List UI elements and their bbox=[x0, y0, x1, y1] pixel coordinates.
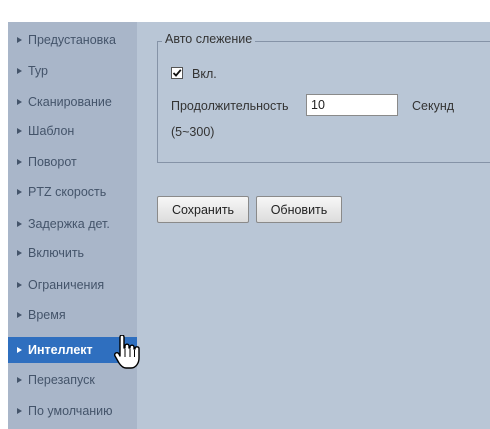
sidebar-item-pattern[interactable]: Шаблон bbox=[8, 118, 137, 144]
triangle-right-icon bbox=[17, 377, 22, 383]
triangle-right-icon bbox=[17, 37, 22, 43]
sidebar-item-label: Поворот bbox=[28, 155, 77, 169]
triangle-right-icon bbox=[17, 250, 22, 256]
sidebar-item-preset[interactable]: Предустановка bbox=[8, 27, 137, 53]
triangle-right-icon bbox=[17, 312, 22, 318]
enable-label: Вкл. bbox=[192, 67, 217, 81]
sidebar-item-label: По умолчанию bbox=[28, 404, 113, 418]
group-legend: Авто слежение bbox=[162, 32, 256, 46]
duration-unit: Секунд bbox=[412, 99, 455, 113]
triangle-right-icon bbox=[17, 347, 22, 353]
sidebar-item-label: Шаблон bbox=[28, 124, 75, 138]
triangle-right-icon bbox=[17, 189, 22, 195]
sidebar-item-default[interactable]: По умолчанию bbox=[8, 398, 137, 424]
duration-range: (5~300) bbox=[171, 125, 215, 139]
checkmark-icon bbox=[172, 69, 182, 77]
triangle-right-icon bbox=[17, 99, 22, 105]
triangle-right-icon bbox=[17, 68, 22, 74]
triangle-right-icon bbox=[17, 159, 22, 165]
sidebar-item-label: Включить bbox=[28, 246, 85, 260]
sidebar-item-label: Тур bbox=[28, 64, 48, 78]
triangle-right-icon bbox=[17, 408, 22, 414]
sidebar-item-label: Интеллект bbox=[28, 343, 93, 357]
sidebar-item-delay[interactable]: Задержка дет. bbox=[8, 211, 137, 237]
duration-input[interactable] bbox=[306, 94, 398, 116]
sidebar-item-enable[interactable]: Включить bbox=[8, 240, 137, 266]
triangle-right-icon bbox=[17, 128, 22, 134]
hand-pointer-icon bbox=[114, 335, 140, 369]
refresh-button[interactable]: Обновить bbox=[256, 196, 342, 223]
sidebar-item-rotate[interactable]: Поворот bbox=[8, 149, 137, 175]
triangle-right-icon bbox=[17, 221, 22, 227]
enable-checkbox[interactable] bbox=[171, 67, 183, 79]
sidebar-item-time[interactable]: Время bbox=[8, 302, 137, 328]
settings-panel bbox=[137, 22, 490, 429]
sidebar-item-limits[interactable]: Ограничения bbox=[8, 272, 137, 298]
save-button[interactable]: Сохранить bbox=[157, 196, 249, 223]
triangle-right-icon bbox=[17, 282, 22, 288]
sidebar-item-scan[interactable]: Сканирование bbox=[8, 89, 137, 115]
sidebar-item-label: Время bbox=[28, 308, 66, 322]
sidebar-item-label: Ограничения bbox=[28, 278, 105, 292]
sidebar-item-label: Сканирование bbox=[28, 95, 112, 109]
sidebar-item-label: Задержка дет. bbox=[28, 217, 110, 231]
sidebar-item-label: Предустановка bbox=[28, 33, 116, 47]
sidebar-item-tour[interactable]: Тур bbox=[8, 58, 137, 84]
sidebar-item-label: PTZ скорость bbox=[28, 185, 107, 199]
sidebar-item-ptz-speed[interactable]: PTZ скорость bbox=[8, 179, 137, 205]
sidebar-item-label: Перезапуск bbox=[28, 373, 95, 387]
duration-label: Продолжительность bbox=[171, 99, 289, 113]
